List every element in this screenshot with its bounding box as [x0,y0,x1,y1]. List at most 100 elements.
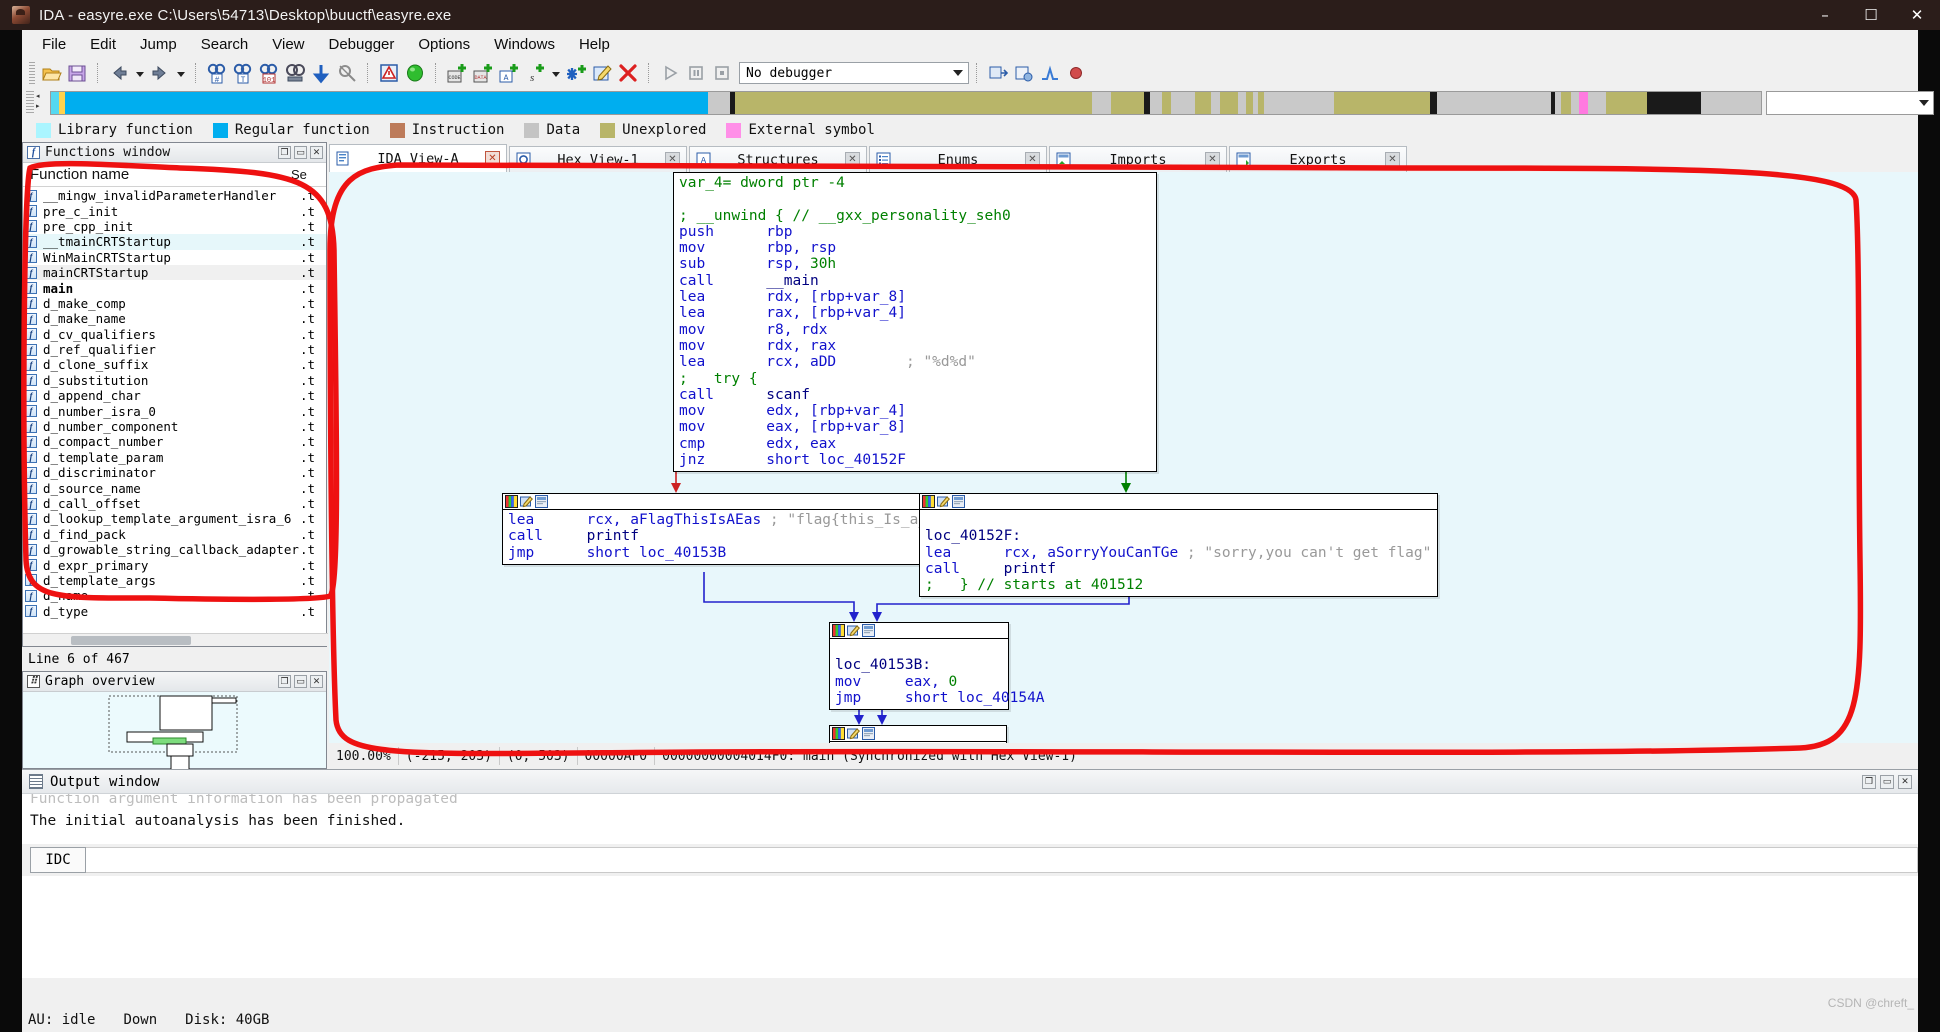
navband-segment[interactable] [1578,92,1588,114]
tab-hex-view-1[interactable]: Hex View-1 ✕ [509,146,687,172]
color-palette-icon[interactable] [505,495,518,508]
navband-combo[interactable] [1766,91,1934,115]
tab-close-icon[interactable]: ✕ [1205,152,1220,167]
output-log[interactable]: Function argument information has been p… [22,794,1918,842]
edit-node-icon[interactable] [847,727,861,740]
column-header-segment[interactable]: Se [291,167,326,182]
no-search-icon[interactable] [336,62,358,84]
tab-close-icon[interactable]: ✕ [1385,152,1400,167]
maximize-icon[interactable]: ▭ [294,146,307,159]
column-header-function-name[interactable]: Function name [23,166,291,183]
navband-segment[interactable] [1333,92,1431,114]
table-row[interactable]: f mainCRTStartup .t [23,264,326,281]
navband-segment[interactable] [1170,92,1195,114]
idc-button[interactable]: IDC [30,847,86,873]
table-row[interactable]: f pre_cpp_init .t [23,219,326,234]
make-struct-dropdown-icon[interactable] [550,62,561,84]
edit-function-icon[interactable] [591,62,613,84]
search-text-icon[interactable]: T [232,62,254,85]
navband-segment[interactable] [1220,92,1239,114]
navband-segment[interactable] [1238,92,1247,114]
scrollbar-thumb[interactable] [71,636,191,645]
menu-item-options[interactable]: Options [406,32,482,57]
navband-scroll-arrows[interactable]: ◂ ▸ [36,92,48,114]
graph-node-false-branch[interactable]: loc_40152F: lea rcx, aSorryYouCanTGe ; "… [919,493,1438,598]
navband-segment[interactable] [1605,92,1648,114]
table-row[interactable]: f d_lookup_template_argument_isra_6 .t [23,511,326,526]
table-row[interactable]: f d_template_args .t [23,573,326,588]
toolbar-grip[interactable] [29,62,35,84]
table-row[interactable]: f d_clone_suffix .t [23,357,326,372]
debugger-options-icon[interactable] [1013,62,1035,84]
color-palette-icon[interactable] [922,495,935,508]
table-row[interactable]: f __tmainCRTStartup .t [23,234,326,250]
close-icon[interactable]: ✕ [1898,774,1912,789]
forward-dropdown-icon[interactable] [175,62,186,84]
navigation-band[interactable] [50,91,1762,115]
idc-input[interactable] [86,847,1918,873]
restore-icon[interactable]: ❐ [278,146,291,159]
restore-icon[interactable]: ❐ [278,675,291,688]
group-node-icon[interactable] [862,624,875,637]
table-row[interactable]: f d_type .t [23,604,326,619]
menu-item-edit[interactable]: Edit [78,32,128,57]
make-array-icon[interactable] [565,62,587,84]
navband-segment[interactable] [1701,92,1761,114]
navband-segment[interactable] [1210,92,1221,114]
group-node-icon[interactable] [952,495,965,508]
search-hash-icon[interactable]: # [206,62,228,85]
make-struct-icon[interactable]: s [524,62,546,84]
table-row[interactable]: f d_find_pack .t [23,527,326,542]
graph-canvas[interactable]: var_4= dword ptr -4 ; __unwind { // __gx… [329,172,1918,743]
make-data-icon[interactable]: DATA [472,62,494,84]
tab-close-icon[interactable]: ✕ [1025,152,1040,167]
group-node-icon[interactable] [862,727,875,740]
menu-item-help[interactable]: Help [567,32,622,57]
navband-segment[interactable] [1570,92,1579,114]
table-row[interactable]: f d_ref_qualifier .t [23,342,326,357]
close-icon[interactable]: ✕ [310,146,323,159]
delete-red-x-icon[interactable] [617,62,639,84]
navband-segment[interactable] [1149,92,1162,114]
chevron-down-icon[interactable] [953,70,963,76]
menu-item-search[interactable]: Search [189,32,261,57]
close-icon[interactable]: ✕ [310,675,323,688]
navband-segment[interactable] [1264,92,1334,114]
menu-item-view[interactable]: View [260,32,316,57]
table-row[interactable]: f d_make_name .t [23,311,326,326]
navband-segment[interactable] [734,92,1093,114]
open-file-icon[interactable] [40,62,62,84]
tab-close-icon[interactable]: ✕ [485,151,500,166]
navband-segment[interactable] [1587,92,1606,114]
table-row[interactable]: f d_number_isra_0 .t [23,403,326,419]
navband-segment[interactable] [1437,92,1551,114]
breakpoints-icon[interactable] [1065,62,1087,84]
chevron-down-icon[interactable] [1919,100,1929,106]
color-palette-icon[interactable] [832,727,845,740]
tab-structures[interactable]: A Structures ✕ [689,146,867,172]
menu-item-windows[interactable]: Windows [482,32,567,57]
navband-segment[interactable] [1246,92,1254,114]
navband-segment[interactable] [1647,92,1702,114]
minimize-button[interactable]: – [1802,0,1848,30]
table-row[interactable]: f __mingw_invalidParameterHandler .t [23,188,326,203]
graph-node-bottom[interactable] [829,725,1007,743]
graph-overview-canvas[interactable] [23,692,326,771]
table-row[interactable]: f d_template_param .t [23,450,326,465]
table-row[interactable]: f d_name .t [23,588,326,603]
table-row[interactable]: f d_append_char .t [23,388,326,403]
navband-segment[interactable] [1161,92,1171,114]
menu-item-file[interactable]: File [30,32,78,57]
close-button[interactable]: ✕ [1894,0,1940,30]
navband-segment[interactable] [1092,92,1111,114]
edit-node-icon[interactable] [937,495,951,508]
functions-horizontal-scrollbar[interactable] [23,633,328,646]
graph-node-true-branch[interactable]: lea rcx, aFlagThisIsAEas ; "flag{this_Is… [502,493,997,565]
table-row[interactable]: f d_compact_number .t [23,434,326,449]
menu-item-jump[interactable]: Jump [128,32,189,57]
maximize-icon[interactable]: ▭ [294,675,307,688]
tab-ida-view-a[interactable]: IDA View-A ✕ [329,144,507,172]
restore-icon[interactable]: ❐ [1862,774,1876,789]
table-row[interactable]: f d_source_name .t [23,480,326,496]
debugger-select[interactable]: No debugger [739,62,969,84]
